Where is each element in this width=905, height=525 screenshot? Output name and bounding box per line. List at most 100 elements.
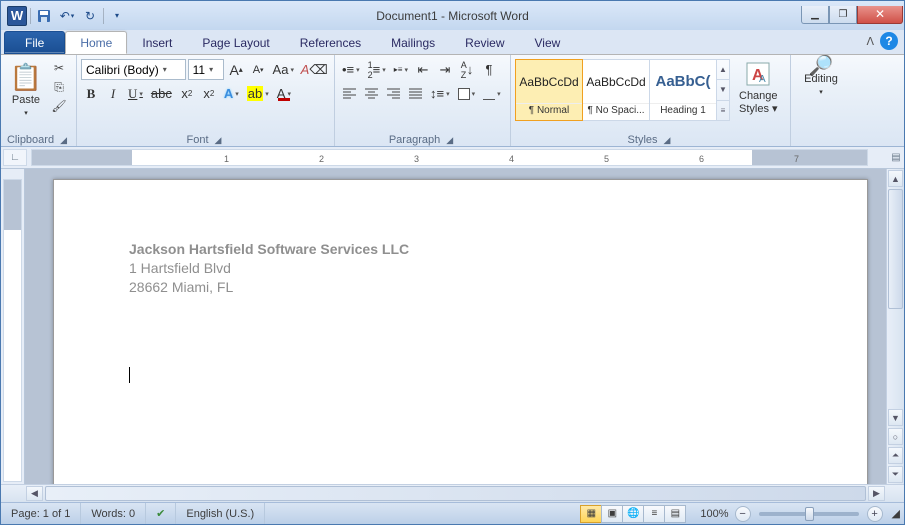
maximize-button[interactable]: ❐: [829, 6, 857, 24]
underline-button[interactable]: U▾: [125, 83, 146, 104]
copy-icon[interactable]: ⎘: [49, 78, 69, 96]
tab-file[interactable]: File: [4, 31, 65, 54]
scroll-thumb-v[interactable]: [888, 189, 903, 309]
text-effects-icon[interactable]: A▾: [221, 83, 242, 104]
tab-home[interactable]: Home: [65, 31, 127, 54]
gallery-scroll: ▲▼≡: [716, 59, 730, 121]
status-language[interactable]: English (U.S.): [176, 503, 265, 524]
zoom-slider[interactable]: [759, 512, 859, 516]
gallery-expand-icon[interactable]: ≡: [717, 101, 729, 120]
view-print-layout-icon[interactable]: ▦: [580, 505, 602, 523]
tab-mailings[interactable]: Mailings: [376, 31, 450, 54]
superscript-button[interactable]: x2: [199, 83, 219, 104]
scroll-track-v[interactable]: [887, 310, 904, 408]
tab-insert[interactable]: Insert: [127, 31, 187, 54]
zoom-level[interactable]: 100%: [694, 508, 734, 520]
status-page[interactable]: Page: 1 of 1: [1, 503, 81, 524]
align-center-icon[interactable]: [361, 83, 381, 104]
numbering-icon[interactable]: 12≡▾: [365, 59, 389, 80]
font-color-icon[interactable]: A▾: [274, 83, 294, 104]
change-styles-button[interactable]: AA ChangeStyles ▾: [734, 57, 783, 119]
align-right-icon[interactable]: [383, 83, 403, 104]
clipboard-dialog-launcher[interactable]: ◢: [57, 132, 70, 147]
justify-icon[interactable]: [405, 83, 425, 104]
strikethrough-button[interactable]: abc: [148, 83, 175, 104]
decrease-indent-icon[interactable]: ⇤: [413, 59, 433, 80]
font-name-combo[interactable]: Calibri (Body)▾: [81, 59, 186, 80]
editing-button[interactable]: 🔎 Editing ▾: [799, 57, 843, 102]
shrink-font-icon[interactable]: A▾: [248, 59, 268, 80]
zoom-in-icon[interactable]: +: [867, 506, 883, 522]
close-button[interactable]: ✕: [857, 6, 903, 24]
tab-references[interactable]: References: [285, 31, 376, 54]
redo-icon[interactable]: ↻: [80, 6, 100, 26]
styles-gallery: AaBbCcDd¶ NormalAaBbCcDd¶ No Spaci...AaB…: [515, 57, 730, 121]
resize-grip-icon[interactable]: ◢: [888, 503, 904, 524]
show-marks-icon[interactable]: ¶: [479, 59, 499, 80]
scroll-left-icon[interactable]: ◀: [26, 486, 43, 501]
tab-review[interactable]: Review: [450, 31, 519, 54]
paragraph-dialog-launcher[interactable]: ◢: [443, 132, 456, 147]
ruler-toggle-icon[interactable]: ▤: [888, 147, 904, 168]
view-web-layout-icon[interactable]: 🌐: [622, 505, 644, 523]
ribbon-minimize-icon[interactable]: ᐱ: [866, 35, 874, 48]
multilevel-list-icon[interactable]: ▸≡▾: [391, 59, 411, 80]
qat-customize-icon[interactable]: ▾: [107, 6, 127, 26]
bullets-icon[interactable]: •≡▾: [339, 59, 363, 80]
italic-button[interactable]: I: [103, 83, 123, 104]
styles-dialog-launcher[interactable]: ◢: [661, 132, 674, 147]
page[interactable]: Jackson Hartsfield Software Services LLC…: [53, 179, 868, 484]
tab-page-layout[interactable]: Page Layout: [187, 31, 284, 54]
view-full-screen-icon[interactable]: ▣: [601, 505, 623, 523]
style-name: ¶ Normal: [516, 103, 582, 120]
browse-object-icon[interactable]: ○: [888, 428, 903, 445]
change-case-icon[interactable]: Aa▾: [270, 59, 296, 80]
scroll-down-icon[interactable]: ▼: [888, 409, 903, 426]
sort-icon[interactable]: AZ↓: [457, 59, 477, 80]
scroll-up-icon[interactable]: ▲: [888, 170, 903, 187]
horizontal-ruler[interactable]: 1234567: [31, 149, 868, 166]
clear-formatting-icon[interactable]: A⌫: [298, 59, 330, 80]
tab-view[interactable]: View: [520, 31, 576, 54]
horizontal-scrollbar[interactable]: ◀ ▶: [1, 484, 904, 502]
group-label-styles: Styles: [628, 133, 658, 147]
undo-icon[interactable]: ↶▾: [57, 6, 77, 26]
zoom-slider-thumb[interactable]: [805, 507, 814, 521]
vertical-ruler[interactable]: [1, 169, 25, 484]
highlight-color-icon[interactable]: ab▾: [244, 83, 272, 104]
view-outline-icon[interactable]: ≡: [643, 505, 665, 523]
minimize-button[interactable]: ▁: [801, 6, 829, 24]
gallery-row-up-icon[interactable]: ▲: [717, 60, 729, 80]
paste-button[interactable]: 📋 Paste ▾: [5, 57, 47, 123]
bold-button[interactable]: B: [81, 83, 101, 104]
font-size-combo[interactable]: 11▾: [188, 59, 225, 80]
shading-icon[interactable]: ▾: [455, 83, 479, 104]
tab-selector[interactable]: ∟: [3, 149, 27, 166]
increase-indent-icon[interactable]: ⇥: [435, 59, 455, 80]
word-app-icon[interactable]: W: [7, 6, 27, 26]
style-item[interactable]: AaBbC(Heading 1: [649, 59, 717, 121]
align-left-icon[interactable]: [339, 83, 359, 104]
style-item[interactable]: AaBbCcDd¶ Normal: [515, 59, 583, 121]
prev-page-icon[interactable]: ⏶: [888, 447, 903, 464]
scroll-right-icon[interactable]: ▶: [868, 486, 885, 501]
style-item[interactable]: AaBbCcDd¶ No Spaci...: [582, 59, 650, 121]
status-proofing[interactable]: ✔: [146, 503, 176, 524]
cut-icon[interactable]: ✂: [49, 59, 69, 77]
view-draft-icon[interactable]: ▤: [664, 505, 686, 523]
page-viewport[interactable]: Jackson Hartsfield Software Services LLC…: [25, 169, 886, 484]
vertical-scrollbar[interactable]: ▲ ▼ ○ ⏶ ⏷: [886, 169, 904, 484]
grow-font-icon[interactable]: A▴: [226, 59, 246, 80]
next-page-icon[interactable]: ⏷: [888, 466, 903, 483]
save-icon[interactable]: [34, 6, 54, 26]
gallery-row-down-icon[interactable]: ▼: [717, 80, 729, 100]
subscript-button[interactable]: x2: [177, 83, 197, 104]
scroll-thumb-h[interactable]: [45, 486, 866, 501]
zoom-out-icon[interactable]: −: [735, 506, 751, 522]
help-icon[interactable]: ?: [880, 32, 898, 50]
status-words[interactable]: Words: 0: [81, 503, 146, 524]
borders-icon[interactable]: ▾: [480, 83, 504, 104]
line-spacing-icon[interactable]: ↕≡▾: [427, 83, 453, 104]
font-dialog-launcher[interactable]: ◢: [212, 132, 225, 147]
format-painter-icon[interactable]: 🖌: [49, 97, 69, 115]
